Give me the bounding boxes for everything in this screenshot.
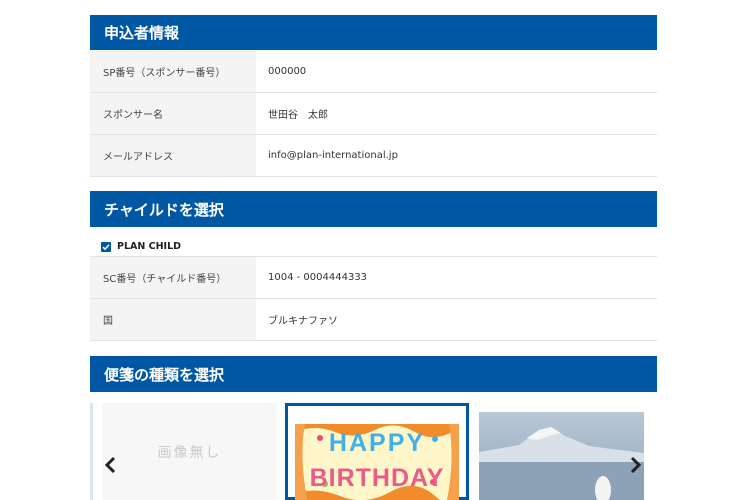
sp-number-row: SP番号（スポンサー番号） 000000 xyxy=(90,51,657,93)
sponsor-name-label: スポンサー名 xyxy=(90,93,256,134)
birthday-text: BIRTHDAY xyxy=(309,464,445,492)
stationery-card-mountain-photo[interactable] xyxy=(479,412,644,500)
chevron-right-icon[interactable] xyxy=(626,448,646,482)
email-value: info@plan-international.jp xyxy=(268,150,398,161)
country-label: 国 xyxy=(90,299,256,340)
sp-number-label: SP番号（スポンサー番号） xyxy=(90,51,256,92)
stationery-card-birthday-selected[interactable]: HAPPY BIRTHDAY xyxy=(285,403,469,500)
applicant-section-title: 申込者情報 xyxy=(104,24,180,42)
sponsor-name-value: 世田谷 太郎 xyxy=(268,110,328,121)
stationery-card-partial[interactable] xyxy=(90,403,93,500)
child-section-title: チャイルドを選択 xyxy=(104,200,224,219)
email-label: メールアドレス xyxy=(90,135,256,176)
sp-number-value: 000000 xyxy=(268,66,307,77)
child-section-header: チャイルドを選択 xyxy=(90,191,657,227)
stationery-carousel: 画像無し HAPPY BIRTHDAY xyxy=(90,403,657,500)
plan-child-label: PLAN CHILD xyxy=(117,241,182,252)
stationery-section-header: 便箋の種類を選択 xyxy=(90,356,657,392)
checkbox-checked-icon[interactable] xyxy=(101,241,111,252)
country-row: 国 ブルキナファソ xyxy=(90,299,657,341)
no-image-text: 画像無し xyxy=(157,444,222,461)
sc-number-label: SC番号（チャイルド番号） xyxy=(90,257,256,298)
email-row: メールアドレス info@plan-international.jp xyxy=(90,135,657,177)
sc-number-value: 1004 - 0004444333 xyxy=(268,272,368,283)
country-value: ブルキナファソ xyxy=(268,316,338,327)
stationery-section-title: 便箋の種類を選択 xyxy=(104,365,225,384)
chevron-left-icon[interactable] xyxy=(100,448,120,482)
stationery-card-no-image[interactable]: 画像無し xyxy=(102,403,277,500)
happy-text: HAPPY xyxy=(328,429,426,457)
birthday-card-image: HAPPY BIRTHDAY xyxy=(295,424,459,500)
applicant-section-header: 申込者情報 xyxy=(90,15,657,50)
plan-child-option[interactable]: PLAN CHILD xyxy=(90,237,657,257)
sponsor-name-row: スポンサー名 世田谷 太郎 xyxy=(90,93,657,135)
sc-number-row: SC番号（チャイルド番号） 1004 - 0004444333 xyxy=(90,257,657,299)
